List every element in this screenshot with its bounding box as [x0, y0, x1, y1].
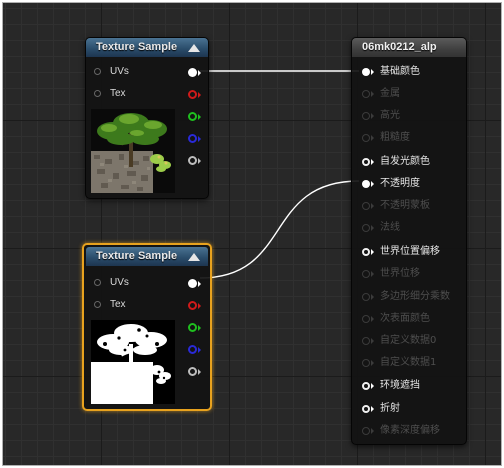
uvs-input-pin-icon[interactable]	[94, 279, 101, 286]
opacity-mask-pin-icon[interactable]	[362, 202, 370, 210]
custom-data-0-label: 自定义数据0	[380, 335, 437, 346]
node-title: Texture Sample	[96, 41, 178, 53]
metallic-label: 金属	[380, 88, 400, 99]
node-header[interactable]: Texture Sample	[86, 247, 208, 266]
wire-texture2-to-opacity[interactable]	[199, 180, 360, 279]
rgb-output-arrow-icon	[198, 281, 201, 287]
texture-preview-tree-mask	[91, 320, 175, 404]
world-position-offset-pin-icon[interactable]	[362, 248, 370, 256]
tex-label: Tex	[110, 88, 126, 99]
custom-data-1-arrow-icon	[371, 360, 374, 366]
world-displacement-label: 世界位移	[380, 268, 420, 279]
r-output-pin-icon[interactable]	[188, 301, 197, 310]
ambient-occlusion-label: 环境遮挡	[380, 380, 420, 391]
tessellation-multiplier-label: 多边形细分乘数	[380, 291, 450, 302]
g-output-arrow-icon	[198, 114, 201, 120]
roughness-label: 粗糙度	[380, 132, 410, 143]
material-node-title: 06mk0212_alp	[362, 41, 437, 53]
custom-data-0-pin-icon[interactable]	[362, 337, 370, 345]
roughness-arrow-icon	[371, 135, 374, 141]
opacity-mask-label: 不透明蒙板	[380, 200, 430, 211]
emissive-color-label: 自发光颜色	[380, 156, 430, 167]
refraction-label: 折射	[380, 403, 400, 414]
refraction-arrow-icon	[371, 406, 374, 412]
material-result-node[interactable]: 06mk0212_alp 基础颜色 金属 高光 粗糙度 自发光颜色 不透明度 不…	[351, 37, 467, 445]
tessellation-multiplier-arrow-icon	[371, 294, 374, 300]
subsurface-color-pin-icon[interactable]	[362, 315, 370, 323]
b-output-pin-icon[interactable]	[188, 134, 197, 143]
specular-arrow-icon	[371, 113, 374, 119]
world-position-offset-label: 世界位置偏移	[380, 246, 440, 257]
node-title: Texture Sample	[96, 250, 178, 262]
metallic-arrow-icon	[371, 91, 374, 97]
r-output-pin-icon[interactable]	[188, 90, 197, 99]
b-output-arrow-icon	[198, 347, 201, 353]
subsurface-color-arrow-icon	[371, 316, 374, 322]
refraction-pin-icon[interactable]	[362, 405, 370, 413]
pixel-depth-offset-pin-icon[interactable]	[362, 427, 370, 435]
opacity-arrow-icon	[371, 181, 374, 187]
g-output-pin-icon[interactable]	[188, 323, 197, 332]
texture-preview-tree-color	[91, 109, 175, 193]
tex-label: Tex	[110, 299, 126, 310]
uvs-label: UVs	[110, 277, 129, 288]
specular-label: 高光	[380, 110, 400, 121]
collapse-arrow-icon[interactable]	[188, 253, 200, 261]
uvs-label: UVs	[110, 66, 129, 77]
custom-data-1-label: 自定义数据1	[380, 357, 437, 368]
base-color-label: 基础颜色	[380, 66, 420, 77]
world-displacement-arrow-icon	[371, 271, 374, 277]
material-graph-canvas[interactable]: Texture Sample UVs Tex Texture Sample UV…	[2, 2, 502, 466]
ambient-occlusion-pin-icon[interactable]	[362, 382, 370, 390]
b-output-pin-icon[interactable]	[188, 345, 197, 354]
ambient-occlusion-arrow-icon	[371, 383, 374, 389]
a-output-pin-icon[interactable]	[188, 156, 197, 165]
subsurface-color-label: 次表面颜色	[380, 313, 430, 324]
opacity-pin-icon[interactable]	[362, 180, 370, 188]
normal-arrow-icon	[371, 225, 374, 231]
world-position-offset-arrow-icon	[371, 249, 374, 255]
emissive-color-pin-icon[interactable]	[362, 158, 370, 166]
rgb-output-arrow-icon	[198, 70, 201, 76]
tex-input-pin-icon[interactable]	[94, 301, 101, 308]
node-header[interactable]: Texture Sample	[86, 38, 208, 57]
pixel-depth-offset-label: 像素深度偏移	[380, 425, 440, 436]
normal-label: 法线	[380, 222, 400, 233]
uvs-input-pin-icon[interactable]	[94, 68, 101, 75]
a-output-arrow-icon	[198, 158, 201, 164]
rgb-output-pin-icon[interactable]	[188, 279, 197, 288]
tessellation-multiplier-pin-icon[interactable]	[362, 293, 370, 301]
a-output-pin-icon[interactable]	[188, 367, 197, 376]
r-output-arrow-icon	[198, 303, 201, 309]
material-node-header[interactable]: 06mk0212_alp	[352, 38, 466, 57]
custom-data-1-pin-icon[interactable]	[362, 359, 370, 367]
r-output-arrow-icon	[198, 92, 201, 98]
roughness-pin-icon[interactable]	[362, 134, 370, 142]
normal-pin-icon[interactable]	[362, 224, 370, 232]
custom-data-0-arrow-icon	[371, 338, 374, 344]
texture-sample-node-1[interactable]: Texture Sample UVs Tex	[85, 37, 209, 199]
metallic-pin-icon[interactable]	[362, 90, 370, 98]
pixel-depth-offset-arrow-icon	[371, 428, 374, 434]
opacity-mask-arrow-icon	[371, 203, 374, 209]
b-output-arrow-icon	[198, 136, 201, 142]
g-output-pin-icon[interactable]	[188, 112, 197, 121]
a-output-arrow-icon	[198, 369, 201, 375]
collapse-arrow-icon[interactable]	[188, 44, 200, 52]
rgb-output-pin-icon[interactable]	[188, 68, 197, 77]
opacity-label: 不透明度	[380, 178, 420, 189]
emissive-color-arrow-icon	[371, 159, 374, 165]
tex-input-pin-icon[interactable]	[94, 90, 101, 97]
g-output-arrow-icon	[198, 325, 201, 331]
base-color-pin-icon[interactable]	[362, 68, 370, 76]
base-color-arrow-icon	[371, 69, 374, 75]
texture-sample-node-2[interactable]: Texture Sample UVs Tex	[82, 243, 212, 411]
specular-pin-icon[interactable]	[362, 112, 370, 120]
world-displacement-pin-icon[interactable]	[362, 270, 370, 278]
